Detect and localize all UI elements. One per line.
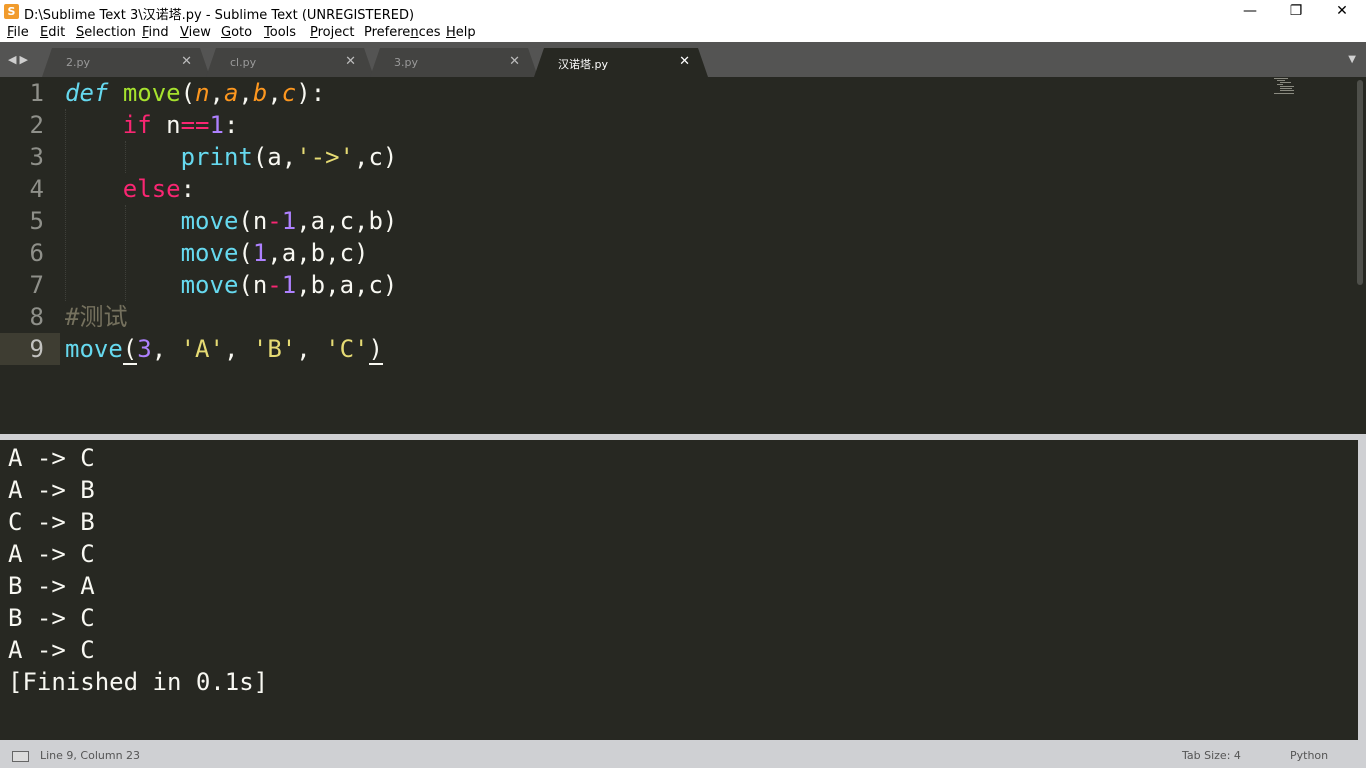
tab-label: 2.py [66, 56, 90, 69]
title-bar: S D:\Sublime Text 3\汉诺塔.py - Sublime Tex… [0, 0, 1366, 23]
maximize-button[interactable]: ❐ [1273, 0, 1319, 22]
sublime-app-icon: S [4, 4, 19, 19]
line-number: 8 [29, 303, 44, 331]
line-number: 7 [29, 271, 44, 299]
menu-edit[interactable]: Edit [40, 25, 65, 40]
output-line: A -> C [8, 540, 95, 568]
menu-tools[interactable]: Tools [264, 25, 296, 40]
output-line: A -> C [8, 636, 95, 664]
line-number: 3 [29, 143, 44, 171]
tab-label: cl.py [230, 56, 257, 69]
tab-size-indicator[interactable]: Tab Size: 4 [1182, 749, 1241, 762]
editor-scrollbar-thumb[interactable] [1357, 80, 1363, 285]
window-title: D:\Sublime Text 3\汉诺塔.py - Sublime Text … [24, 8, 415, 23]
line-number: 2 [29, 111, 44, 139]
code-line-5: move(n-1,a,c,b) [180, 207, 398, 235]
syntax-indicator[interactable]: Python [1290, 749, 1328, 762]
menu-help[interactable]: Help [446, 25, 476, 40]
tab-3-py[interactable]: 3.py ✕ [370, 48, 538, 77]
menu-view[interactable]: View [180, 25, 211, 40]
output-line: A -> C [8, 444, 95, 472]
line-number: 5 [29, 207, 44, 235]
line-number: 6 [29, 239, 44, 267]
line-number: 1 [29, 79, 44, 107]
line-number-current: 9 [29, 335, 44, 363]
output-line: C -> B [8, 508, 95, 536]
tab-2-py[interactable]: 2.py ✕ [42, 48, 210, 77]
output-line: B -> C [8, 604, 95, 632]
code-editor[interactable]: 1 2 3 4 5 6 7 8 9 def move(n,a,b,c): if … [0, 77, 1354, 434]
menu-project[interactable]: Project [310, 25, 355, 40]
close-window-button[interactable]: ✕ [1319, 0, 1365, 22]
menu-selection[interactable]: Selection [76, 25, 136, 40]
output-line: B -> A [8, 572, 95, 600]
code-line-3: print(a,'->',c) [180, 143, 398, 171]
tab-cl-py[interactable]: cl.py ✕ [206, 48, 374, 77]
code-line-1: def move(n,a,b,c): [65, 79, 326, 107]
output-finished-line: [Finished in 0.1s] [8, 668, 269, 696]
status-bar: Line 9, Column 23 Tab Size: 4 Python [0, 744, 1366, 768]
tab-label: 3.py [394, 56, 418, 69]
panel-switcher-icon[interactable] [12, 751, 29, 762]
tab-label: 汉诺塔.py [558, 58, 608, 71]
tab-close-icon[interactable]: ✕ [679, 54, 690, 69]
tab-close-icon[interactable]: ✕ [345, 54, 356, 69]
code-line-6: move(1,a,b,c) [180, 239, 369, 267]
menu-bar: File Edit Selection Find View Goto Tools… [0, 22, 1366, 42]
line-number: 4 [29, 175, 44, 203]
panel-border [1358, 440, 1366, 740]
tab-hanoi-py[interactable]: 汉诺塔.py ✕ [534, 48, 708, 77]
output-line: A -> B [8, 476, 95, 504]
minimize-button[interactable]: — [1227, 0, 1273, 22]
minimap[interactable] [1274, 77, 1298, 95]
code-line-4: else: [122, 175, 196, 203]
menu-find[interactable]: Find [142, 25, 169, 40]
code-line-9: move(3, 'A', 'B', 'C') [65, 335, 383, 365]
menu-goto[interactable]: Goto [221, 25, 252, 40]
tab-list-dropdown-icon[interactable]: ▼ [1348, 54, 1356, 65]
code-line-7: move(n-1,b,a,c) [180, 271, 398, 299]
code-line-8: #测试 [65, 303, 128, 331]
tab-close-icon[interactable]: ✕ [181, 54, 192, 69]
tab-nav-arrows-icon[interactable]: ◀▶ [8, 53, 31, 66]
tab-close-icon[interactable]: ✕ [509, 54, 520, 69]
tab-bar: ◀▶ 2.py ✕ cl.py ✕ 3.py ✕ 汉诺塔.py ✕ ▼ [0, 42, 1366, 77]
cursor-position: Line 9, Column 23 [40, 749, 141, 762]
build-output-panel: A -> C A -> B C -> B A -> C B -> A B -> … [0, 440, 1358, 740]
menu-file[interactable]: File [7, 25, 29, 40]
code-line-2: if n==1: [122, 111, 239, 139]
menu-preferences[interactable]: Preferences [364, 25, 440, 40]
